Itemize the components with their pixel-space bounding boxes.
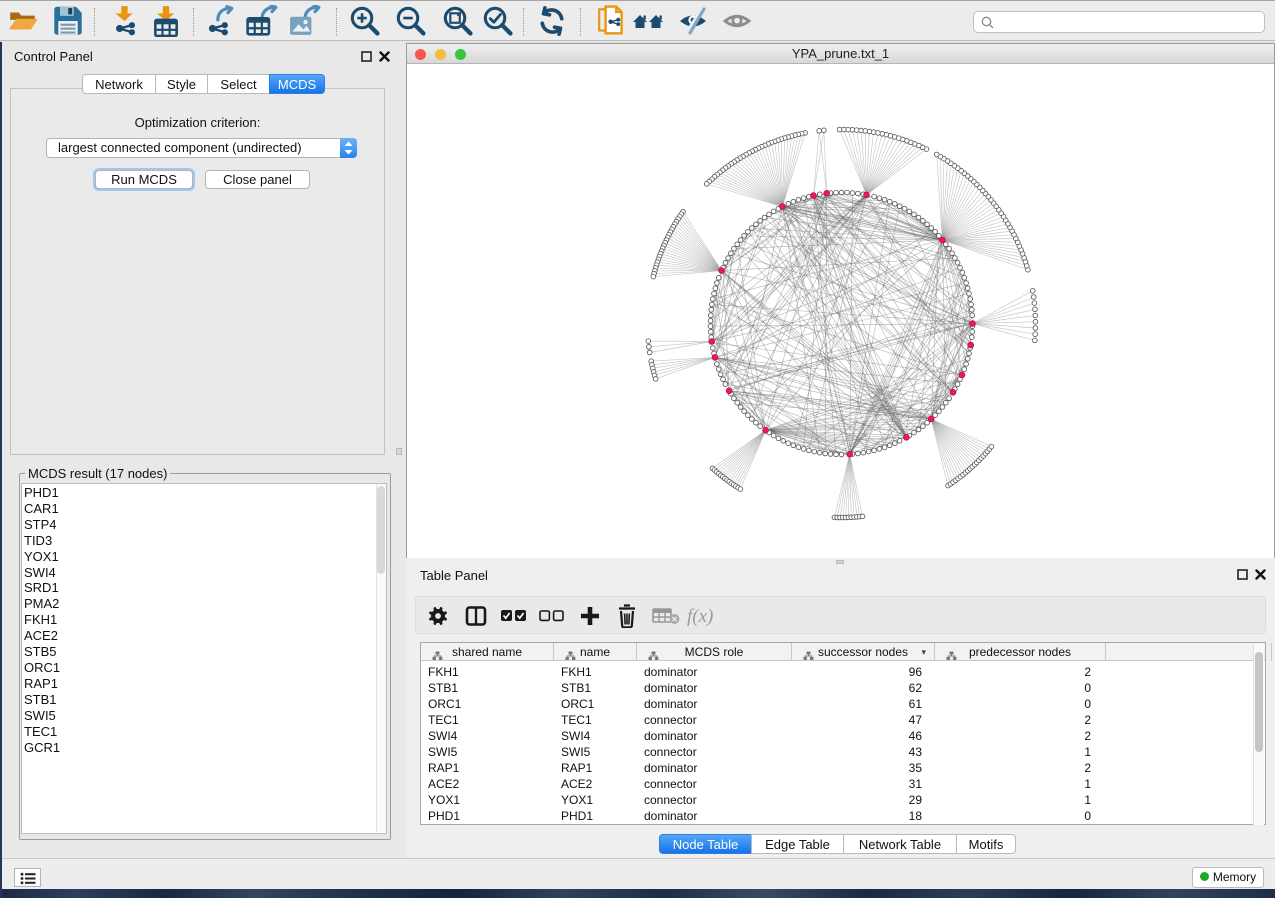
svg-text:f(x): f(x)	[687, 606, 713, 627]
